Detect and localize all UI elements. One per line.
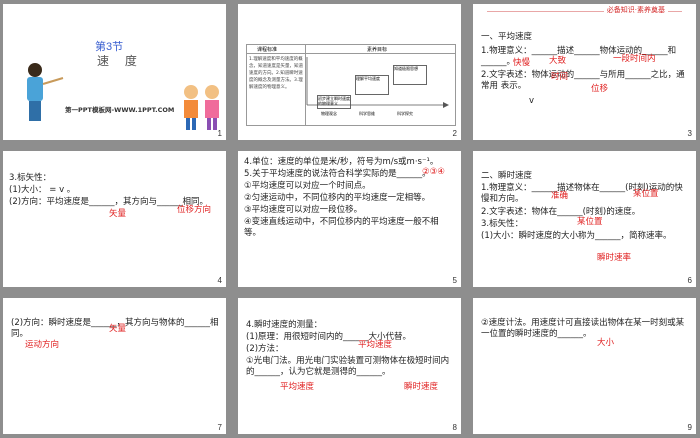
answer-text: 准确: [551, 191, 569, 201]
slide-thumbnail-3[interactable]: 必备知识·素养奠基 一、平均速度 1.物理意义：______描述______物体…: [473, 4, 696, 140]
slide-text-line: (2)方法：: [246, 344, 284, 354]
answer-text: 瞬时速度: [404, 382, 439, 392]
slide-text-line: ④变速直线运动中，不同位移内的平均速度一般不相等。: [244, 217, 439, 238]
slide-text-line: 4.单位：速度的单位是米/秒，符号为m/s或m·s⁻¹。: [244, 157, 439, 167]
answer-text: 矢量: [109, 324, 127, 334]
answer-text: 运动方向: [25, 340, 60, 350]
answer-text: 一段时间内: [613, 54, 656, 64]
answer-text: 平均速度: [280, 382, 315, 392]
answer-text: 位移方向: [177, 205, 212, 215]
progress-arrow: [306, 57, 449, 108]
slide-number: 9: [687, 423, 692, 432]
answer-text: 某位置: [633, 189, 659, 199]
slide-number: 5: [452, 276, 457, 285]
slide-text-line: (1)大小：瞬时速度的大小称为______，简称速率。: [481, 231, 672, 241]
slide-number: 4: [217, 276, 222, 285]
slide-thumbnail-1[interactable]: 第3节 速 度 第一PPT模板网-WWW.1PPT.COM 1: [3, 4, 226, 140]
slide-number: 1: [217, 129, 222, 138]
slide-text-line: ①光电门法。用光电门实验装置可测物体在极短时间内的______，认为它就是测得的…: [246, 356, 450, 377]
slide-text-line: 2.文字表述：物体运动的______与所用______之比，通常用 表示。: [481, 70, 685, 91]
slide-text-line: (1)大小： = v 。: [9, 185, 76, 195]
slide-text-line: ①平均速度可以对应一个时间点。: [244, 181, 371, 191]
section-heading: 一、平均速度: [481, 32, 533, 42]
table-header-left: 课程标准: [257, 47, 278, 53]
slide-number: 7: [217, 423, 222, 432]
slide-text-line: v: [529, 96, 535, 106]
section-heading: 二、瞬时速度: [481, 171, 533, 181]
slide-header-banner: 必备知识·素养奠基: [473, 4, 696, 19]
slide-thumbnail-9[interactable]: ②速度计法。用速度计可直接读出物体在某一时刻或某一位置的瞬时速度的______。…: [473, 298, 696, 434]
slide-text-line: 2.文字表述：物体在______(时刻)的速度。: [481, 207, 641, 217]
answer-text: 快慢: [513, 58, 531, 68]
table-header-right: 素养目标: [367, 47, 388, 53]
teacher-illustration: [27, 63, 64, 121]
slide-text-line: ②速度计法。用速度计可直接读出物体在某一时刻或某一位置的瞬时速度的______。: [481, 318, 685, 339]
slide-thumbnail-8[interactable]: 4.瞬时速度的测量： (1)原理：用很短时间内的______大小代替。 (2)方…: [238, 298, 461, 434]
slide-thumbnail-5[interactable]: 4.单位：速度的单位是米/秒，符号为m/s或m·s⁻¹。 5.关于平均速度的说法…: [238, 151, 461, 287]
slide-text-line: 3.标矢性：: [9, 173, 52, 183]
slide-footer: 第一PPT模板网-WWW.1PPT.COM: [65, 106, 175, 114]
slide-subtitle: 速 度: [97, 54, 143, 68]
slide-text-line: ③平均速度可以对应一段位移。: [244, 205, 363, 215]
answer-text: 某位置: [577, 217, 603, 227]
answer-text: ②③④: [422, 167, 445, 177]
slide-thumbnail-6[interactable]: 二、瞬时速度 1.物理意义：______描述物体在______(时刻)运动的快慢…: [473, 151, 696, 287]
course-table: 课程标准 素养目标 1.理解速度和平均速度的概念，知道速度是矢量，知道速度的方向…: [246, 44, 456, 126]
answer-text: 时间: [551, 72, 569, 82]
slide-thumbnail-7[interactable]: (2)方向：瞬时速度是______，其方向与物体的______相同。 矢量 运动…: [3, 298, 226, 434]
slide-text-line: 4.瞬时速度的测量：: [246, 320, 323, 330]
section-tag: 必备知识·素养奠基: [603, 5, 668, 15]
slide-number: 3: [687, 129, 692, 138]
slide-number: 6: [687, 276, 692, 285]
answer-text: 平均速度: [358, 340, 393, 350]
slide-thumbnail-4[interactable]: 3.标矢性： (1)大小： = v 。 (2)方向：平均速度是______，其方…: [3, 151, 226, 287]
slide-thumbnail-2[interactable]: 课程标准 素养目标 1.理解速度和平均速度的概念，知道速度是矢量，知道速度的方向…: [238, 4, 461, 140]
answer-text: 矢量: [109, 209, 127, 219]
answer-text: 瞬时速率: [597, 253, 632, 263]
slide-text-line: 5.关于平均速度的说法符合科学实际的是______。: [244, 169, 431, 179]
answer-text: 位移: [591, 84, 609, 94]
slide-text-line: ②匀速运动中，不同位移内的平均速度一定相等。: [244, 193, 431, 203]
table-left-text: 1.理解速度和平均速度的概念，知道速度是矢量，知道速度的方向。2.知道瞬时速度的…: [249, 57, 303, 90]
slide-number: 2: [452, 129, 457, 138]
answer-text: 大小: [597, 338, 615, 348]
answer-text: 大致: [549, 56, 567, 66]
slide-number: 8: [452, 423, 457, 432]
slide-text-line: 3.标矢性：: [481, 219, 524, 229]
